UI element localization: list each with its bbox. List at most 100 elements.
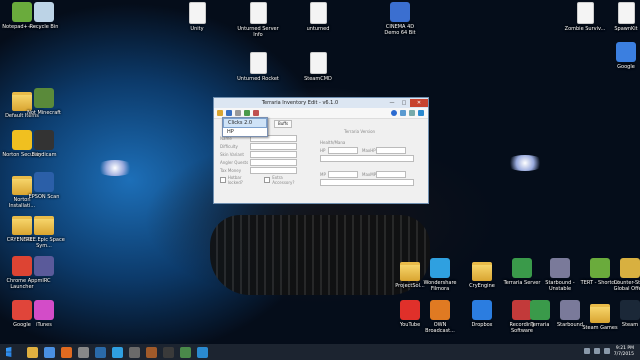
desktop-icon[interactable]: FREE Epic Space Sym... xyxy=(22,212,66,249)
taskbar-app-icon[interactable] xyxy=(163,346,174,358)
taskbar-file-explorer-icon[interactable] xyxy=(27,346,38,358)
taskbar-photoshop-icon[interactable] xyxy=(95,346,106,358)
refresh-icon[interactable] xyxy=(244,110,250,116)
app-icon xyxy=(620,300,640,320)
document-icon xyxy=(617,2,635,24)
taskbar-chrome-icon[interactable] xyxy=(44,346,55,358)
settings-icon[interactable] xyxy=(409,110,415,116)
desktop-icon-label: Counter-Str... Global Offe... xyxy=(613,280,640,292)
dropdown-icon[interactable] xyxy=(235,110,241,116)
wallpaper-headlight-right xyxy=(505,155,545,171)
player-fields: Name Difficulty Skin Variant Angler Ques… xyxy=(220,134,305,185)
minimize-button[interactable]: — xyxy=(386,99,398,107)
app-icon xyxy=(550,258,570,278)
desktop-icon[interactable]: Not Minecraft xyxy=(22,88,66,116)
desktop-icon[interactable]: Zombie Surviv... xyxy=(563,2,607,32)
maximize-button[interactable]: □ xyxy=(398,99,410,107)
taskbar-app-icon[interactable] xyxy=(129,346,140,358)
windows-start-icon[interactable] xyxy=(6,347,12,357)
desktop-icon[interactable]: Counter-Str... Global Offe... xyxy=(608,258,640,292)
desktop-icon[interactable]: Steam xyxy=(608,300,640,328)
menu-item-clicks[interactable]: Clicks 2.0 xyxy=(223,118,267,128)
window-title: Terraria Inventory Edit - v6.1.0 xyxy=(261,100,339,106)
field-skin: Skin Variant xyxy=(220,150,305,158)
desktop-icon[interactable]: Unity xyxy=(175,2,219,32)
desktop-icon[interactable]: Dropbox xyxy=(460,300,504,328)
desktop-icon[interactable]: OWN Broadcast... xyxy=(418,300,462,334)
document-icon xyxy=(249,2,267,24)
taskbar-app-icon[interactable] xyxy=(197,346,208,358)
desktop-icon[interactable]: CINEMA 4D Demo 64 Bit xyxy=(378,2,422,36)
folder-icon xyxy=(400,262,420,281)
desktop-icon[interactable]: SpawnKit xyxy=(604,2,640,32)
tray-arrow-icon[interactable] xyxy=(584,348,590,354)
taskbar-app-icon[interactable] xyxy=(112,346,123,358)
tab-buffs[interactable]: Buffs xyxy=(274,120,293,128)
network-icon[interactable] xyxy=(594,348,600,354)
twitter-icon[interactable] xyxy=(418,110,424,116)
checkbox-row: Hotbar locked? Extra Accessory? xyxy=(220,175,305,185)
maxmp-input[interactable] xyxy=(376,170,406,178)
info-icon[interactable] xyxy=(391,110,397,116)
taskbar: 9:21 PM 7/7/2015 xyxy=(0,344,640,360)
desktop-icon-label: Unity xyxy=(190,26,204,32)
desktop-icon-label: OWN Broadcast... xyxy=(425,322,455,334)
app-icon xyxy=(590,258,610,278)
extra-accessory-checkbox[interactable] xyxy=(264,177,271,183)
desktop-icon[interactable]: Recycle Bin xyxy=(22,2,66,30)
desktop-icon-label: Zombie Surviv... xyxy=(564,26,606,32)
close-button[interactable]: ✕ xyxy=(410,99,428,107)
app-icon xyxy=(34,2,54,22)
folder-icon xyxy=(590,304,610,323)
taskbar-app-icon[interactable] xyxy=(146,346,157,358)
mp-input[interactable] xyxy=(328,170,358,178)
desktop-icon[interactable]: Unturned Rocket xyxy=(236,52,280,82)
health-mana-label: Health/Mana xyxy=(320,139,346,145)
desktop-icon-label: Dropbox xyxy=(471,322,493,328)
field-label: Skin Variant xyxy=(220,151,244,157)
maxhp-input[interactable] xyxy=(376,146,406,154)
mp-bar-row xyxy=(320,178,420,186)
delete-icon[interactable] xyxy=(253,110,259,116)
tax-money-stepper[interactable] xyxy=(250,166,297,174)
desktop-icon[interactable]: CryEngine xyxy=(460,258,504,289)
app-icon xyxy=(34,300,54,320)
help-icon[interactable] xyxy=(400,110,406,116)
desktop-icon[interactable]: Google xyxy=(604,42,640,70)
clock-date: 7/7/2015 xyxy=(613,352,634,357)
desktop-icon[interactable]: EPSON Scan xyxy=(22,172,66,200)
taskbar-unity-icon[interactable] xyxy=(78,346,89,358)
skin-variant-stepper[interactable] xyxy=(250,150,297,158)
app-icon xyxy=(530,300,550,320)
desktop-icon[interactable]: iTunes xyxy=(22,300,66,328)
taskbar-firefox-icon[interactable] xyxy=(61,346,72,358)
taskbar-clock[interactable]: 9:21 PM 7/7/2015 xyxy=(614,346,634,358)
desktop-icon[interactable]: mIRC xyxy=(22,256,66,284)
desktop-icon[interactable]: Wondershare Filmora xyxy=(418,258,462,292)
desktop-icon[interactable]: SteamCMD xyxy=(296,52,340,82)
window-titlebar[interactable]: Terraria Inventory Edit - v6.1.0 — □ ✕ xyxy=(214,98,428,108)
hotbar-locked-checkbox[interactable] xyxy=(220,177,226,183)
desktop-icon[interactable]: Unturned Server Info xyxy=(236,2,280,38)
volume-icon[interactable] xyxy=(604,348,610,354)
app-icon xyxy=(560,300,580,320)
app-icon xyxy=(390,2,410,22)
difficulty-select[interactable] xyxy=(250,142,297,150)
save-icon[interactable] xyxy=(226,110,232,116)
desktop-icon[interactable]: Starbound - Unstable xyxy=(538,258,582,292)
taskbar-app-icon[interactable] xyxy=(180,346,191,358)
menu-item-hp[interactable]: HP xyxy=(223,128,267,136)
desktop-icon[interactable]: unturned xyxy=(296,2,340,32)
terraria-inventory-editor-window[interactable]: Terraria Inventory Edit - v6.1.0 — □ ✕ B… xyxy=(213,97,429,204)
app-icon xyxy=(34,130,54,150)
health-mana-header: Health/Mana xyxy=(320,138,420,146)
desktop-icon[interactable]: Bandicam xyxy=(22,130,66,158)
desktop-icon-label: iTunes xyxy=(36,322,52,328)
wallpaper-headlight-left xyxy=(95,160,135,176)
app-icon xyxy=(616,42,636,62)
hp-input[interactable] xyxy=(328,146,358,154)
angler-quests-stepper[interactable] xyxy=(250,158,297,166)
open-icon[interactable] xyxy=(217,110,223,116)
maxhp-label: MaxHP xyxy=(362,147,376,153)
desktop-icon-label: mIRC xyxy=(37,278,51,284)
